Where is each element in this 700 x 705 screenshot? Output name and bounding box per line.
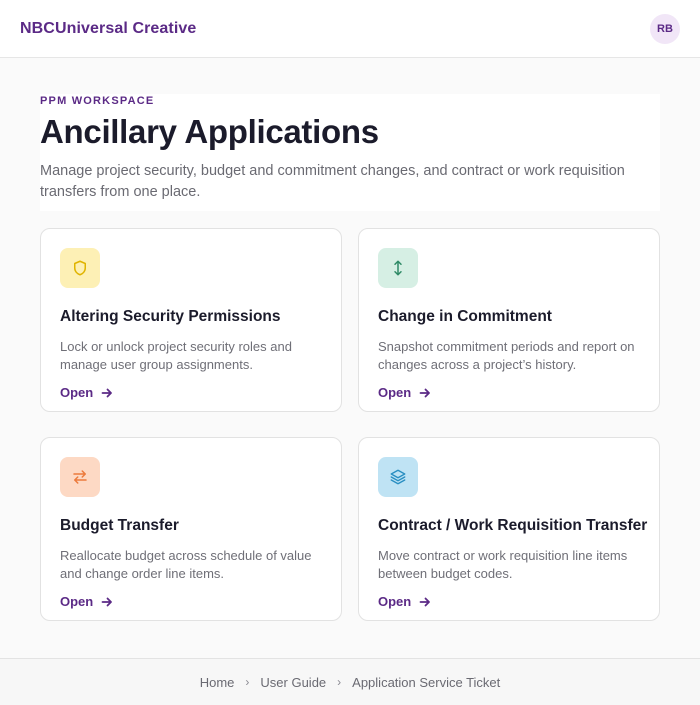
breadcrumb-separator: ›	[337, 675, 342, 689]
card-description: Move contract or work requisition line i…	[378, 548, 628, 581]
arrow-right-icon	[419, 597, 431, 606]
arrow-right-icon	[101, 597, 113, 606]
user-avatar[interactable]: RB	[650, 13, 680, 44]
footer-link-application-service-ticket[interactable]: Application Service Ticket	[352, 675, 500, 690]
card-icon-container	[378, 457, 418, 497]
page-title: Ancillary Applications	[40, 113, 379, 150]
layers-icon	[390, 469, 406, 485]
arrows-vertical-icon	[394, 260, 402, 276]
open-link[interactable]: Open	[60, 594, 113, 609]
card-icon-container	[60, 457, 100, 497]
card-contract-work-requisition-transfer[interactable]: Contract / Work Requisition Transfer Mov…	[358, 437, 660, 621]
open-link-label: Open	[378, 594, 412, 609]
card-description: Reallocate budget across schedule of val…	[60, 548, 312, 581]
shield-icon	[74, 260, 86, 276]
arrow-right-icon	[419, 388, 431, 397]
card-description: Snapshot commitment periods and report o…	[378, 339, 635, 372]
open-link-label: Open	[60, 594, 94, 609]
card-change-in-commitment[interactable]: Change in Commitment Snapshot commitment…	[358, 228, 660, 412]
card-description: Lock or unlock project security roles an…	[60, 339, 292, 372]
swap-horizontal-icon	[73, 470, 87, 484]
breadcrumb-separator: ›	[245, 675, 250, 689]
app-header: NBCUniversal Creative RB	[0, 0, 700, 58]
footer-link-user-guide[interactable]: User Guide	[260, 675, 326, 690]
card-title: Change in Commitment	[378, 308, 552, 325]
card-icon-container	[60, 248, 100, 288]
open-link-label: Open	[378, 385, 412, 400]
arrow-right-icon	[101, 388, 113, 397]
intro-section: PPM WORKSPACE Ancillary Applications Man…	[40, 94, 660, 211]
open-link[interactable]: Open	[60, 385, 113, 400]
open-link-label: Open	[60, 385, 94, 400]
footer-breadcrumb: Home › User Guide › Application Service …	[0, 658, 700, 705]
open-link[interactable]: Open	[378, 385, 431, 400]
card-altering-security-permissions[interactable]: Altering Security Permissions Lock or un…	[40, 228, 342, 412]
footer-link-home[interactable]: Home	[200, 675, 235, 690]
card-title: Contract / Work Requisition Transfer	[378, 517, 648, 534]
page-subtitle: Manage project security, budget and comm…	[40, 163, 625, 200]
open-link[interactable]: Open	[378, 594, 431, 609]
card-title: Altering Security Permissions	[60, 308, 281, 325]
application-cards-grid: Altering Security Permissions Lock or un…	[40, 228, 660, 621]
card-budget-transfer[interactable]: Budget Transfer Reallocate budget across…	[40, 437, 342, 621]
card-icon-container	[378, 248, 418, 288]
card-title: Budget Transfer	[60, 517, 179, 534]
section-eyebrow: PPM WORKSPACE	[40, 95, 155, 107]
brand-name[interactable]: NBCUniversal Creative	[20, 20, 196, 38]
